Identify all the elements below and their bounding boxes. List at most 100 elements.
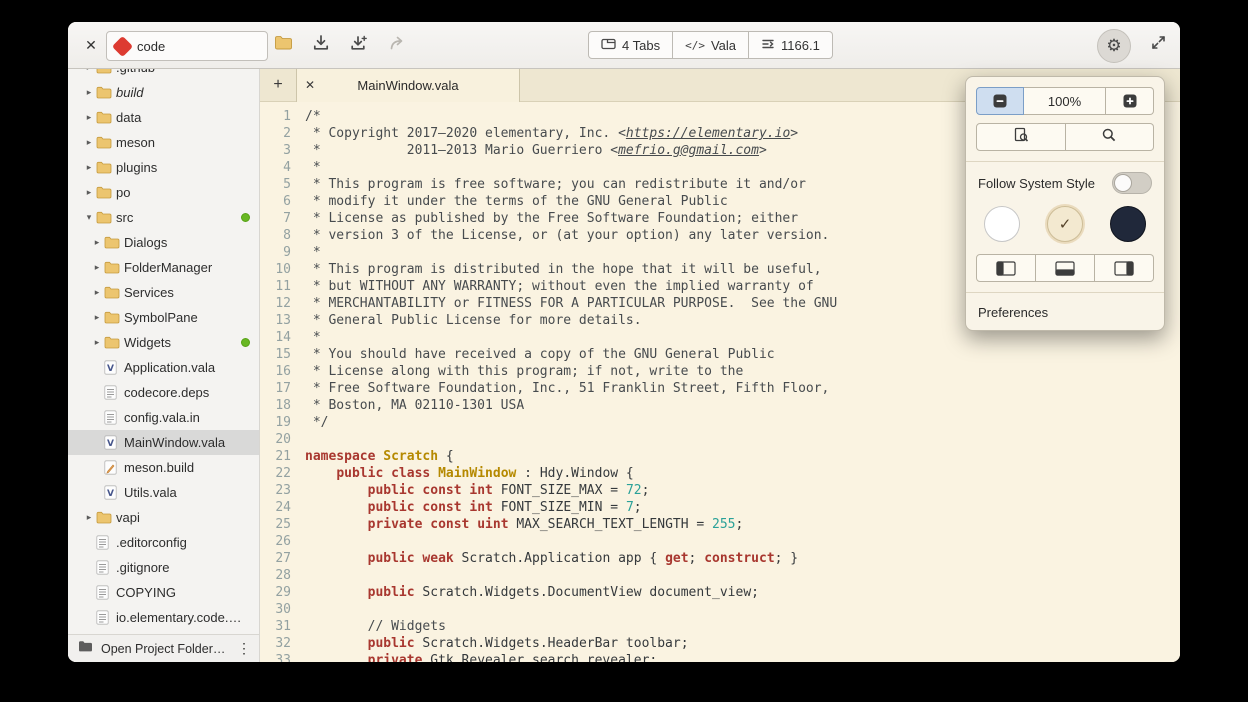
project-menu-button[interactable]: ⋮ [235, 640, 253, 657]
vala-file-icon: V [104, 485, 124, 500]
tab-close-icon[interactable]: ✕ [297, 78, 323, 92]
collapse-arrow-icon[interactable]: ▾ [82, 212, 96, 223]
tree-folder-po[interactable]: ▸po [68, 180, 259, 205]
fullscreen-button[interactable] [1145, 33, 1171, 57]
tree-file-io.elementary.code.yml[interactable]: io.elementary.code.yml [68, 605, 259, 630]
save-as-button[interactable] [346, 33, 372, 57]
language-mode-button[interactable]: </> Vala [673, 31, 749, 59]
window-close-button[interactable]: ✕ [80, 34, 102, 56]
tree-folder-plugins[interactable]: ▸ plugins [68, 155, 259, 180]
tree-file-.editorconfig[interactable]: .editorconfig [68, 530, 259, 555]
project-chip[interactable]: code [106, 31, 268, 61]
headerbar: ✕ code [68, 22, 1180, 69]
tree-item-label: build [116, 85, 157, 100]
expand-arrow-icon[interactable]: ▸ [82, 87, 96, 98]
tree-file-config.vala.in[interactable]: config.vala.in [68, 405, 259, 430]
style-dark-button[interactable] [1110, 206, 1146, 242]
settings-menu-button[interactable]: ⚙ [1097, 29, 1131, 63]
code-line [305, 533, 1180, 550]
zoom-level-value[interactable]: 100% [1024, 87, 1106, 115]
tree-item-label: SymbolPane [124, 310, 212, 325]
expand-arrow-icon[interactable]: ▸ [90, 312, 104, 323]
goto-line-button[interactable]: 1166.1 [749, 31, 833, 59]
style-sepia-button[interactable]: ✓ [1047, 206, 1083, 242]
tree-file-codecore.deps[interactable]: codecore.deps [68, 380, 259, 405]
code-line: private const uint MAX_SEARCH_TEXT_LENGT… [305, 516, 1180, 533]
tree-file-COPYING[interactable]: COPYING [68, 580, 259, 605]
tree-item-label: Utils.vala [124, 485, 191, 500]
line-number: 1 [260, 108, 296, 125]
save-button[interactable] [308, 33, 334, 57]
zoom-in-button[interactable] [1106, 87, 1154, 115]
zoom-control: 100% [976, 87, 1154, 115]
tree-file-meson.build[interactable]: meson.build [68, 455, 259, 480]
tree-folder-SymbolPane[interactable]: ▸ SymbolPane [68, 305, 259, 330]
line-number: 3 [260, 142, 296, 159]
tree-folder-Services[interactable]: ▸Services [68, 280, 259, 305]
tree-file-Application.vala[interactable]: VApplication.vala [68, 355, 259, 380]
expand-arrow-icon[interactable]: ▸ [90, 237, 104, 248]
line-number: 7 [260, 210, 296, 227]
folder-icon [104, 311, 124, 324]
preferences-menu-item[interactable]: Preferences [976, 303, 1154, 320]
code-line [305, 567, 1180, 584]
new-tab-button[interactable]: + [268, 75, 288, 95]
line-number: 18 [260, 397, 296, 414]
code-line: namespace Scratch { [305, 448, 1180, 465]
expand-arrow-icon[interactable]: ▸ [82, 162, 96, 173]
tree-file-.gitignore[interactable]: .gitignore [68, 555, 259, 580]
expand-arrow-icon[interactable]: ▸ [82, 137, 96, 148]
expand-arrow-icon[interactable]: ▸ [82, 512, 96, 523]
zoom-out-button[interactable] [976, 87, 1024, 115]
build-file-icon [104, 460, 124, 475]
tree-folder-Dialogs[interactable]: ▸Dialogs [68, 230, 259, 255]
tree-folder-FolderManager[interactable]: ▸FolderManager [68, 255, 259, 280]
expand-arrow-icon[interactable]: ▸ [90, 287, 104, 298]
tree-folder-build[interactable]: ▸ build [68, 80, 259, 105]
tab-mainwindow-vala[interactable]: ✕ MainWindow.vala [296, 68, 520, 102]
tree-item-label: .github [116, 68, 169, 75]
vcs-modified-dot [241, 338, 250, 347]
vala-file-icon: V [104, 435, 124, 450]
line-number: 26 [260, 533, 296, 550]
follow-system-style-switch[interactable] [1112, 172, 1152, 194]
open-project-folder-button[interactable]: Open Project Folder… [101, 642, 227, 656]
show-sidebar-left-button[interactable] [976, 254, 1036, 282]
show-bottom-panel-button[interactable] [1036, 254, 1095, 282]
tree-item-label: src [116, 210, 147, 225]
code-app-icon [112, 35, 133, 56]
tree-folder-data[interactable]: ▸data [68, 105, 259, 130]
line-number: 9 [260, 244, 296, 261]
expand-arrow-icon[interactable]: ▸ [82, 112, 96, 123]
tabs-overview-button[interactable]: 4 Tabs [588, 31, 673, 59]
share-icon [389, 35, 407, 56]
tree-folder-meson[interactable]: ▸meson [68, 130, 259, 155]
tree-item-label: codecore.deps [124, 385, 223, 400]
code-line [305, 601, 1180, 618]
show-sidebar-right-button[interactable] [1095, 254, 1154, 282]
tabs-icon [601, 38, 616, 53]
expand-arrow-icon[interactable]: ▸ [90, 262, 104, 273]
folder-icon [96, 161, 116, 174]
global-search-button[interactable] [1066, 123, 1155, 151]
tree-folder-Widgets[interactable]: ▸Widgets [68, 330, 259, 355]
tab-label: MainWindow.vala [323, 78, 519, 93]
tree-folder-.github[interactable]: ▸.github [68, 68, 259, 80]
expand-arrow-icon[interactable]: ▸ [82, 187, 96, 198]
tree-file-Utils.vala[interactable]: VUtils.vala [68, 480, 259, 505]
tree-item-label: plugins [116, 160, 171, 175]
file-tree-scroll[interactable]: ▸.github▸build▸data▸meson▸plugins▸po▾src… [68, 68, 259, 634]
line-number: 31 [260, 618, 296, 635]
goto-line-icon [761, 38, 775, 53]
text-file-icon [96, 585, 116, 600]
style-light-button[interactable] [984, 206, 1020, 242]
find-in-document-button[interactable] [976, 123, 1066, 151]
open-file-button[interactable] [270, 33, 296, 57]
tree-file-MainWindow.vala[interactable]: VMainWindow.vala [68, 430, 259, 455]
text-file-icon [104, 385, 124, 400]
tree-folder-src[interactable]: ▾ src [68, 205, 259, 230]
line-number: 25 [260, 516, 296, 533]
share-button[interactable] [385, 33, 411, 57]
tree-folder-vapi[interactable]: ▸vapi [68, 505, 259, 530]
expand-arrow-icon[interactable]: ▸ [90, 337, 104, 348]
